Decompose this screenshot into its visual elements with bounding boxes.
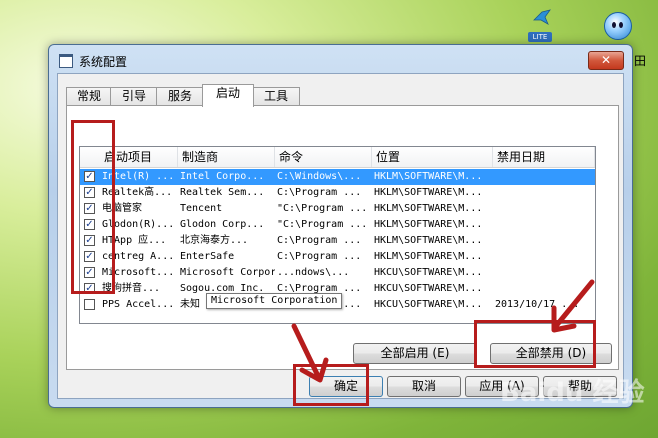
column-command[interactable]: 命令: [275, 147, 372, 167]
cell-date: [495, 249, 595, 265]
table-row[interactable]: ✓ 电脑管家 Tencent "C:\Program ... HKLM\SOFT…: [80, 201, 595, 217]
cell-item: centreg A...: [102, 251, 175, 262]
qq-ball-icon: [604, 12, 632, 40]
cell-location: HKLM\SOFTWARE\M...: [374, 251, 483, 262]
startup-panel: 启动项目 制造商 命令 位置 禁用日期 ✓ Intel(R) ... Intel…: [66, 105, 619, 370]
ok-button[interactable]: 确定: [309, 376, 383, 397]
cell-maker: Glodon Corp...: [180, 219, 265, 230]
cell-command: C:\Program ...: [277, 251, 362, 262]
cell-location: HKCU\SOFTWARE\M...: [374, 283, 483, 294]
cell-maker: Microsoft Corporation: [180, 267, 275, 278]
column-disabled-date[interactable]: 禁用日期: [493, 147, 595, 167]
table-row[interactable]: ✓ Realtek高... Realtek Sem... C:\Program …: [80, 185, 595, 201]
row-checkbox[interactable]: ✓: [84, 171, 95, 182]
cell-date: [495, 185, 595, 201]
tab-tools[interactable]: 工具: [252, 87, 300, 106]
cell-item: HTApp 应...: [102, 235, 167, 246]
tab-boot[interactable]: 引导: [110, 87, 158, 106]
cell-maker: Realtek Sem...: [180, 187, 265, 198]
table-row[interactable]: ✓ HTApp 应... 北京海泰方... C:\Program ... HKL…: [80, 233, 595, 249]
cell-command: "C:\Program ...: [277, 203, 368, 214]
cancel-button[interactable]: 取消: [387, 376, 461, 397]
cell-location: HKCU\SOFTWARE\M...: [374, 267, 483, 278]
cell-date: [495, 201, 595, 217]
cell-command: "C:\Program ...: [277, 219, 368, 230]
cell-date: [495, 233, 595, 249]
cell-command: C:\Windows\...: [277, 171, 362, 182]
qq-icon[interactable]: [604, 12, 632, 42]
row-checkbox[interactable]: ✓: [84, 251, 95, 262]
cell-command: ...ndows\...: [277, 267, 350, 278]
lite-app-icon[interactable]: LITE: [528, 8, 554, 42]
cell-maker: Tencent: [180, 203, 223, 214]
enable-all-button[interactable]: 全部启用 (E): [353, 343, 477, 364]
row-checkbox[interactable]: ✓: [84, 235, 95, 246]
cell-location: HKLM\SOFTWARE\M...: [374, 235, 483, 246]
cell-maker: EnterSafe: [180, 251, 235, 262]
cell-command: C:\Program ...: [277, 235, 362, 246]
cell-item: Realtek高...: [102, 187, 173, 198]
cell-command: C:\Program ...: [277, 187, 362, 198]
cell-item: PPS Accel...: [102, 299, 175, 310]
cell-location: HKCU\SOFTWARE\M...: [374, 299, 483, 310]
window-icon: [59, 54, 73, 68]
desktop-label: 田: [634, 54, 647, 68]
cell-maker: 北京海泰方...: [180, 235, 249, 246]
row-checkbox[interactable]: ✓: [84, 203, 95, 214]
qq-eye-icon: [612, 22, 616, 28]
cell-item: 电脑管家: [102, 203, 142, 214]
cell-date: [495, 281, 595, 297]
row-checkbox[interactable]: ✓: [84, 283, 95, 294]
tab-services[interactable]: 服务: [156, 87, 204, 106]
lite-badge: LITE: [528, 32, 552, 42]
system-config-window: 系统配置 ✕ 常规 引导 服务 启动 工具 启动项目 制造商 命令 位置 禁用日…: [48, 44, 633, 408]
window-title: 系统配置: [79, 55, 128, 69]
row-checkbox[interactable]: ✓: [84, 219, 95, 230]
row-checkbox[interactable]: [84, 299, 95, 310]
cell-item: Glodon(R)...: [102, 219, 175, 230]
table-row[interactable]: ✓ Microsoft... Microsoft Corporation ...…: [80, 265, 595, 281]
watermark-logo: Baidu 经验: [500, 378, 645, 408]
window-client: 常规 引导 服务 启动 工具 启动项目 制造商 命令 位置 禁用日期 ✓ Int…: [57, 73, 624, 399]
table-row[interactable]: ✓ centreg A... EnterSafe C:\Program ... …: [80, 249, 595, 265]
cell-item: 搜狗拼音...: [102, 283, 161, 294]
close-button[interactable]: ✕: [588, 51, 624, 70]
cell-date: [495, 169, 595, 185]
tab-general[interactable]: 常规: [66, 87, 112, 106]
column-startup-item[interactable]: 启动项目: [80, 147, 178, 167]
bird-icon: [533, 9, 551, 25]
table-row[interactable]: ✓ Intel(R) ... Intel Corpo... C:\Windows…: [80, 169, 595, 185]
row-checkbox[interactable]: ✓: [84, 187, 95, 198]
title-bar[interactable]: 系统配置 ✕: [49, 45, 632, 73]
table-row[interactable]: ✓ Glodon(R)... Glodon Corp... "C:\Progra…: [80, 217, 595, 233]
cell-location: HKLM\SOFTWARE\M...: [374, 187, 483, 198]
cell-item: Microsoft...: [102, 267, 175, 278]
cell-date: [495, 217, 595, 233]
tab-startup[interactable]: 启动: [202, 84, 254, 107]
startup-list[interactable]: 启动项目 制造商 命令 位置 禁用日期 ✓ Intel(R) ... Intel…: [79, 146, 596, 324]
tooltip: Microsoft Corporation: [206, 293, 343, 309]
cell-date: 2013/10/17 ...: [495, 299, 580, 310]
cell-date: [495, 265, 595, 281]
disable-all-button[interactable]: 全部禁用 (D): [490, 343, 612, 364]
cell-location: HKLM\SOFTWARE\M...: [374, 171, 483, 182]
row-checkbox[interactable]: ✓: [84, 267, 95, 278]
column-manufacturer[interactable]: 制造商: [178, 147, 275, 167]
cell-item: Intel(R) ...: [102, 171, 175, 182]
qq-eye-icon: [619, 22, 623, 28]
list-header: 启动项目 制造商 命令 位置 禁用日期: [80, 147, 595, 168]
column-location[interactable]: 位置: [372, 147, 493, 167]
cell-location: HKLM\SOFTWARE\M...: [374, 203, 483, 214]
cell-maker: Intel Corpo...: [180, 171, 265, 182]
cell-location: HKLM\SOFTWARE\M...: [374, 219, 483, 230]
